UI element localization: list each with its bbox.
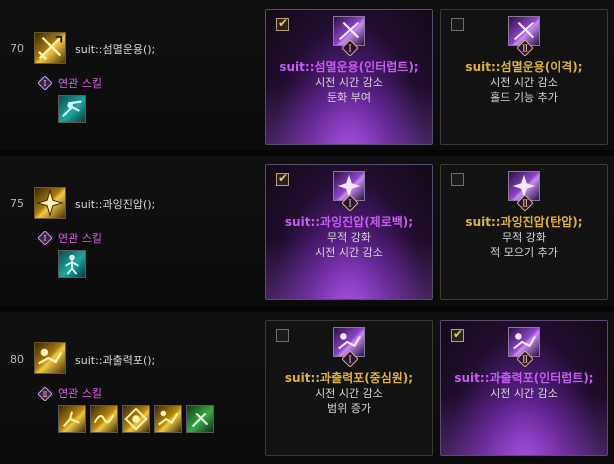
svg-text:Ⅰ: Ⅰ	[348, 200, 352, 210]
rank-badge-icon: Ⅰ	[341, 350, 359, 368]
related-skills-list	[58, 250, 86, 278]
skill-level: 75	[10, 197, 24, 210]
svg-text:Ⅰ: Ⅰ	[43, 234, 46, 243]
option-checkbox[interactable]	[276, 329, 289, 342]
option-checkbox[interactable]	[451, 18, 464, 31]
option-effect: 홀드 기능 추가	[490, 91, 558, 104]
slash-dash-icon[interactable]	[58, 95, 86, 123]
option-title: suit::섬멸운용(이격);	[465, 60, 583, 74]
skill-level: 80	[10, 353, 24, 366]
energy-wave-icon[interactable]	[90, 405, 118, 433]
related-skills-label: 연관 스킬	[58, 387, 102, 400]
rank-badge-icon: Ⅰ	[341, 39, 359, 57]
rank-badge-icon: Ⅰ	[37, 230, 53, 246]
rank-badge-icon: Ⅱ	[516, 39, 534, 57]
option-title: suit::과잉진압(탄압);	[465, 215, 583, 229]
skill-name: suit::섬멸운용();	[75, 43, 156, 56]
related-skills-label: 연관 스킬	[58, 232, 102, 245]
option-checkbox[interactable]: ✔	[451, 327, 464, 342]
option-effect: 적 모으기 추가	[490, 246, 558, 259]
related-skills-label: 연관 스킬	[58, 77, 102, 90]
svg-text:Ⅱ: Ⅱ	[522, 45, 528, 55]
option-effect: 무적 강화	[327, 231, 371, 244]
svg-text:Ⅱ: Ⅱ	[43, 391, 48, 399]
rank-badge-icon: Ⅰ	[37, 75, 53, 91]
option-title: suit::과출력포(인터럽트);	[454, 371, 594, 385]
cannon-blast-icon[interactable]	[154, 405, 182, 433]
skill-name: suit::과출력포();	[75, 354, 156, 367]
option-effect: 무적 강화	[502, 231, 546, 244]
option-effect: 시전 시간 감소	[490, 387, 558, 400]
svg-text:Ⅱ: Ⅱ	[522, 200, 528, 210]
option-effect: 시전 시간 감소	[315, 387, 383, 400]
option-checkbox[interactable]: ✔	[276, 171, 289, 186]
option-effect: 시전 시간 감소	[315, 76, 383, 89]
option-effect: 범위 증가	[327, 402, 371, 415]
skill-level: 70	[10, 42, 24, 55]
related-skills-list	[58, 95, 86, 123]
svg-text:Ⅰ: Ⅰ	[348, 45, 352, 55]
rank-badge-icon: Ⅱ	[516, 350, 534, 368]
option-card-interrupt[interactable]: ✔ Ⅱ suit::과출력포(인터럽트); 시전 시간 감소	[440, 320, 608, 456]
figure-stance-icon[interactable]	[58, 250, 86, 278]
option-checkbox[interactable]	[451, 173, 464, 186]
option-card-zero-back[interactable]: ✔ Ⅰ suit::과잉진압(제로백); 무적 강화 시전 시간 감소	[265, 164, 433, 300]
option-effect: 시전 시간 감소	[490, 76, 558, 89]
svg-text:Ⅰ: Ⅰ	[43, 79, 46, 88]
option-card-center-circle[interactable]: Ⅰ suit::과출력포(중심원); 시전 시간 감소 범위 증가	[265, 320, 433, 456]
target-burst-icon[interactable]	[122, 405, 150, 433]
option-title: suit::섬멸운용(인터럽트);	[279, 60, 419, 74]
related-skills-list	[58, 405, 214, 433]
cannon-blast-icon[interactable]	[34, 342, 66, 374]
star-burst-icon[interactable]	[34, 187, 66, 219]
svg-text:Ⅱ: Ⅱ	[522, 356, 528, 366]
rank-badge-icon: Ⅱ	[516, 194, 534, 212]
green-dash-icon[interactable]	[186, 405, 214, 433]
kick-strike-icon[interactable]	[58, 405, 86, 433]
rank-badge-icon: Ⅰ	[341, 194, 359, 212]
option-title: suit::과잉진압(제로백);	[284, 215, 414, 229]
option-effect: 시전 시간 감소	[315, 246, 383, 259]
rank-badge-icon: Ⅱ	[37, 386, 53, 402]
svg-text:Ⅰ: Ⅰ	[348, 356, 352, 366]
option-checkbox[interactable]: ✔	[276, 16, 289, 31]
skill-name: suit::과잉진압();	[75, 198, 156, 211]
option-card-interrupt[interactable]: ✔ Ⅰ suit::섬멸운용(인터럽트); 시전 시간 감소 둔화 부여	[265, 9, 433, 145]
option-card-suppression[interactable]: Ⅱ suit::과잉진압(탄압); 무적 강화 적 모으기 추가	[440, 164, 608, 300]
crossed-blades-icon[interactable]	[34, 32, 66, 64]
option-title: suit::과출력포(중심원);	[284, 371, 414, 385]
option-card-separation[interactable]: Ⅱ suit::섬멸운용(이격); 시전 시간 감소 홀드 기능 추가	[440, 9, 608, 145]
option-effect: 둔화 부여	[327, 91, 371, 104]
